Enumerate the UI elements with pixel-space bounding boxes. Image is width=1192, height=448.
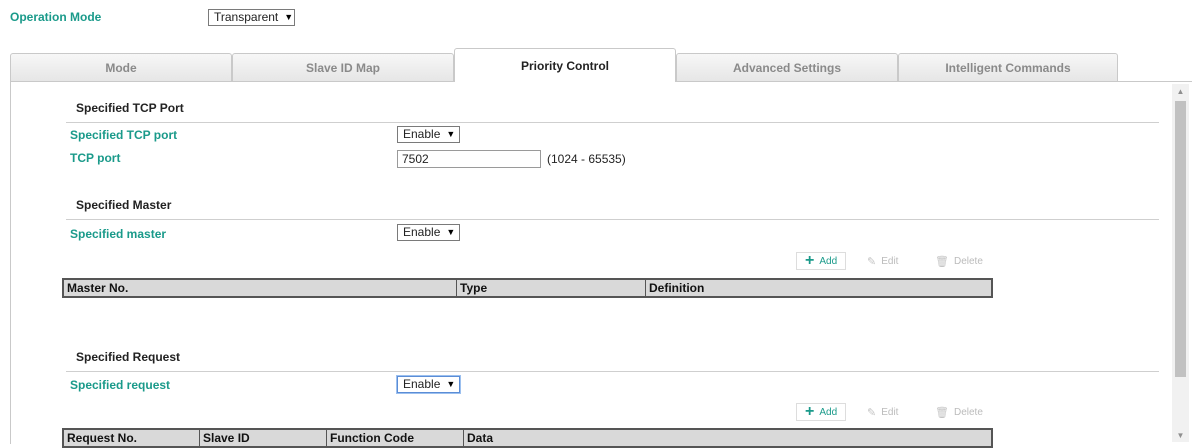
tab-advanced-settings[interactable]: Advanced Settings (676, 53, 898, 81)
master-edit-button[interactable]: ✎ Edit (867, 252, 898, 270)
tab-advanced-settings-label: Advanced Settings (732, 60, 842, 75)
section-divider (66, 371, 1159, 372)
master-col-type: Type (457, 280, 646, 296)
tab-priority-control[interactable]: Priority Control (454, 48, 676, 82)
tcp-port-input[interactable]: 7502 (397, 150, 541, 168)
scrollbar-thumb[interactable] (1175, 101, 1186, 377)
master-delete-button[interactable]: 🗑 Delete (935, 252, 983, 270)
dropdown-arrow-icon: ▼ (446, 129, 456, 139)
operation-mode-select[interactable]: Transparent ▼ (208, 9, 295, 26)
tab-mode-label: Mode (105, 60, 137, 75)
scroll-down-arrow-icon[interactable]: ▼ (1172, 428, 1189, 442)
dropdown-arrow-icon: ▼ (446, 379, 456, 389)
pencil-icon: ✎ (867, 255, 877, 268)
request-add-label: Add (819, 406, 838, 418)
specified-request-select[interactable]: Enable ▼ (397, 376, 460, 393)
specified-tcp-port-select[interactable]: Enable ▼ (397, 126, 460, 143)
tab-slave-id-map-label: Slave ID Map (305, 60, 381, 75)
operation-mode-value: Transparent (214, 10, 279, 24)
tab-mode[interactable]: Mode (10, 53, 232, 81)
scroll-up-arrow-icon[interactable]: ▲ (1172, 84, 1189, 98)
specified-request-value: Enable (403, 377, 441, 391)
specified-request-label: Specified request (70, 378, 171, 392)
specified-master-select[interactable]: Enable ▼ (397, 224, 460, 241)
pencil-icon: ✎ (867, 406, 877, 419)
tab-slave-id-map[interactable]: Slave ID Map (232, 53, 454, 81)
specified-tcp-port-value: Enable (403, 127, 441, 141)
section-title-request: Specified Request (76, 350, 181, 364)
vertical-scrollbar[interactable]: ▲ ▼ (1172, 84, 1189, 442)
tab-intelligent-commands-label: Intelligent Commands (945, 60, 1071, 75)
master-add-button[interactable]: + Add (796, 252, 847, 270)
request-delete-label: Delete (953, 406, 983, 418)
plus-icon: + (805, 252, 815, 269)
dropdown-arrow-icon: ▼ (284, 12, 294, 22)
tab-priority-control-label: Priority Control (520, 59, 609, 73)
section-divider (66, 122, 1159, 123)
request-add-button[interactable]: + Add (796, 403, 847, 421)
master-col-definition: Definition (649, 281, 705, 295)
specified-tcp-port-label: Specified TCP port (70, 128, 178, 142)
trash-icon: 🗑 (935, 406, 949, 419)
tcp-port-range-hint: (1024 - 65535) (547, 152, 626, 166)
request-edit-button[interactable]: ✎ Edit (867, 403, 898, 421)
request-table-header: Request No. Slave ID Function Code Data (62, 428, 993, 448)
plus-icon: + (805, 403, 815, 420)
section-divider (66, 219, 1159, 220)
master-add-label: Add (819, 255, 838, 267)
master-edit-label: Edit (881, 255, 899, 267)
master-table-header: Master No. Type Definition (62, 278, 993, 298)
tcp-port-label: TCP port (70, 151, 121, 165)
request-edit-label: Edit (881, 406, 899, 418)
section-title-tcp-port: Specified TCP Port (76, 101, 184, 115)
operation-mode-label: Operation Mode (10, 10, 102, 24)
tab-intelligent-commands[interactable]: Intelligent Commands (898, 53, 1118, 81)
master-delete-label: Delete (953, 255, 983, 267)
trash-icon: 🗑 (935, 255, 949, 268)
specified-master-label: Specified master (70, 227, 167, 241)
tab-content-panel: Specified TCP Port Specified TCP port En… (10, 81, 1192, 448)
specified-master-value: Enable (403, 225, 441, 239)
section-title-master: Specified Master (76, 198, 172, 212)
dropdown-arrow-icon: ▼ (446, 227, 456, 237)
request-delete-button[interactable]: 🗑 Delete (935, 403, 983, 421)
master-col-no: Master No. (64, 280, 457, 296)
